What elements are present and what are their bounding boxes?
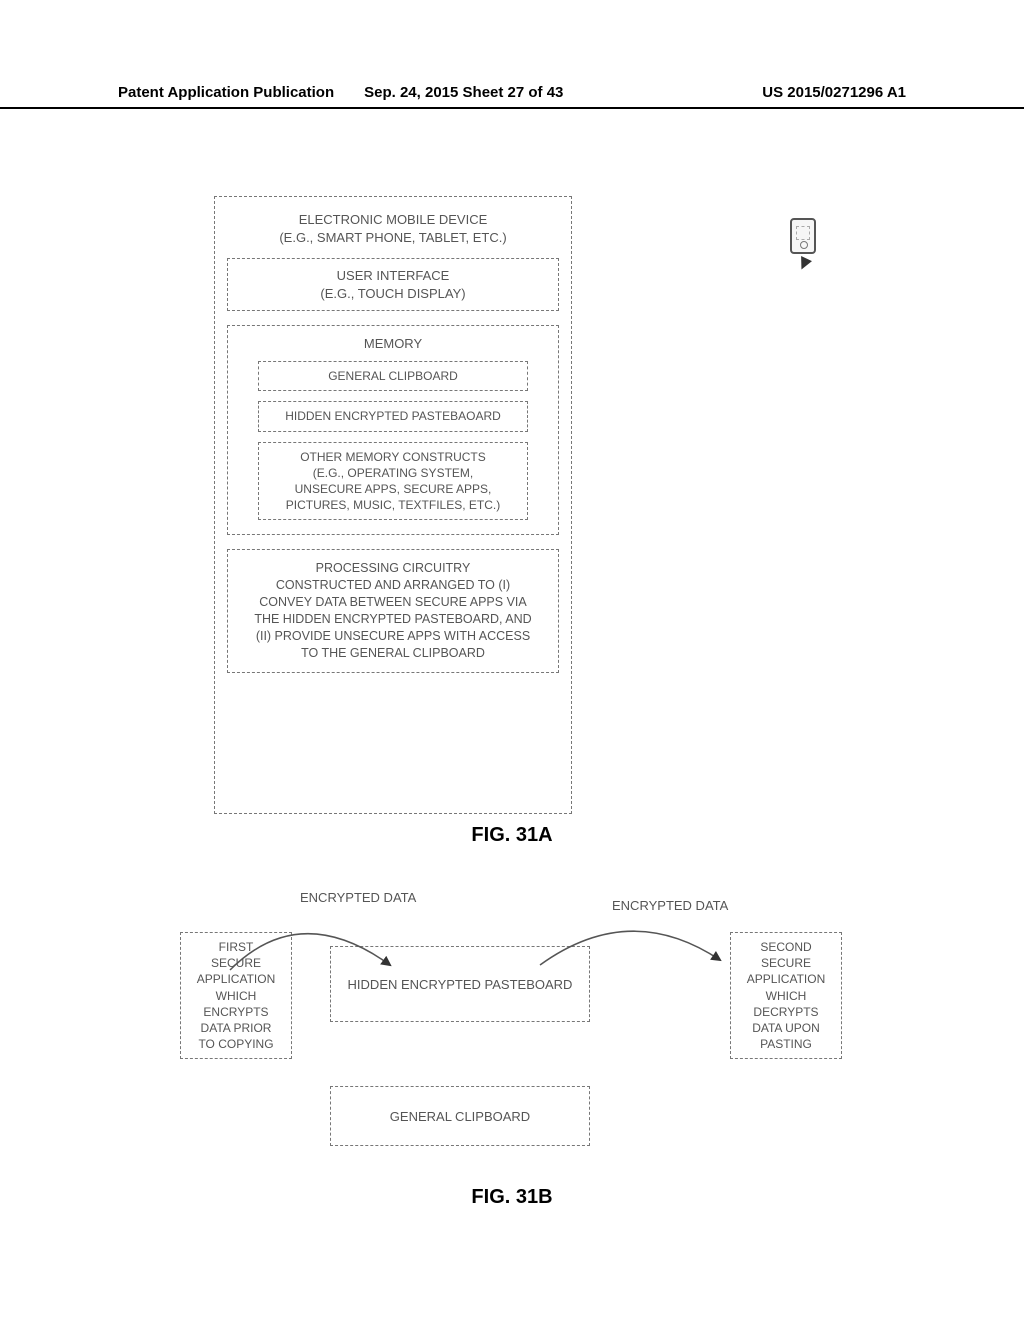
device-outer-box: ELECTRONIC MOBILE DEVICE(E.G., SMART PHO…	[214, 196, 572, 814]
memory-title: MEMORY	[238, 336, 548, 351]
header-pub-number: US 2015/0271296 A1	[762, 84, 906, 101]
arc-left-icon	[220, 910, 420, 990]
header-sheet-info: Sep. 24, 2015 Sheet 27 of 43	[364, 84, 563, 101]
device-title: ELECTRONIC MOBILE DEVICE(E.G., SMART PHO…	[227, 211, 559, 246]
phone-arrow-icon	[796, 256, 812, 272]
encrypted-data-left-label: ENCRYPTED DATA	[300, 890, 416, 905]
figure-31b-area: ENCRYPTED DATA ENCRYPTED DATA FIRSTSECUR…	[0, 890, 1024, 1190]
memory-box: MEMORY GENERAL CLIPBOARD HIDDEN ENCRYPTE…	[227, 325, 559, 535]
arc-right-icon	[520, 910, 750, 990]
general-clipboard-flow-box: GENERAL CLIPBOARD	[330, 1086, 590, 1146]
user-interface-box: USER INTERFACE(E.G., TOUCH DISPLAY)	[227, 258, 559, 311]
processing-label: PROCESSING CIRCUITRYCONSTRUCTED AND ARRA…	[236, 560, 550, 661]
general-clipboard-box: GENERAL CLIPBOARD	[258, 361, 528, 391]
user-interface-label: USER INTERFACE(E.G., TOUCH DISPLAY)	[236, 267, 550, 302]
page-header: Patent Application Publication Sep. 24, …	[0, 84, 1024, 109]
general-clipboard-label: GENERAL CLIPBOARD	[265, 368, 521, 384]
other-memory-box: OTHER MEMORY CONSTRUCTS(E.G., OPERATING …	[258, 442, 528, 521]
hidden-pasteboard-box: HIDDEN ENCRYPTED PASTEBAOARD	[258, 401, 528, 431]
figure-31a-caption: FIG. 31A	[0, 824, 1024, 847]
other-memory-label: OTHER MEMORY CONSTRUCTS(E.G., OPERATING …	[265, 449, 521, 514]
phone-icon	[790, 218, 816, 254]
hidden-pasteboard-label: HIDDEN ENCRYPTED PASTEBAOARD	[265, 408, 521, 424]
processing-box: PROCESSING CIRCUITRYCONSTRUCTED AND ARRA…	[227, 549, 559, 672]
header-publication: Patent Application Publication	[118, 84, 334, 101]
figure-31b-caption: FIG. 31B	[0, 1186, 1024, 1209]
